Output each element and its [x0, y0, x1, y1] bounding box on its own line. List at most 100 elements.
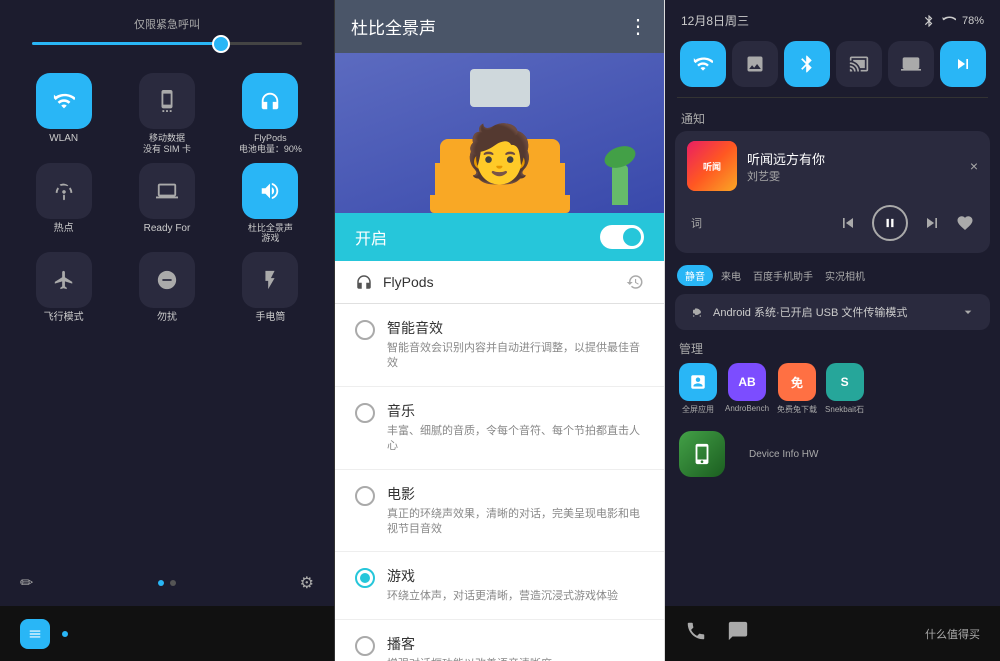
device-info-label: Device Info HW — [735, 449, 832, 460]
right-qs-row — [665, 37, 1000, 95]
readyfor-label: Ready For — [144, 223, 191, 235]
qs-item-flashlight[interactable]: 手电筒 — [223, 252, 318, 324]
dolby-device-left: FlyPods — [355, 273, 434, 291]
toggle-thumb — [623, 228, 641, 246]
right-dock: 什么值得买 — [665, 606, 1000, 661]
heart-button[interactable] — [956, 214, 974, 232]
qs-item-flypods[interactable]: FlyPods 电池电量：90% — [223, 73, 318, 155]
device-info-icon[interactable] — [679, 431, 725, 477]
mode-podcast-title: 播客 — [387, 634, 552, 654]
readyfor-icon[interactable] — [139, 163, 195, 219]
radio-inner-game — [360, 573, 370, 583]
right-qs-media[interactable] — [940, 41, 986, 87]
dolby-modes: 智能音效 智能音效会识别内容并自动进行调整，以提供最佳音效 音乐 丰富、细腻的音… — [335, 304, 664, 661]
radio-game[interactable] — [355, 568, 375, 588]
dock-icon — [20, 619, 50, 649]
brightness-thumb[interactable] — [212, 35, 230, 53]
device-info-row: Device Info HW — [665, 425, 1000, 483]
qs-item-readyfor[interactable]: Ready For — [119, 163, 214, 245]
qs-item-mobile[interactable]: 移动数据 没有 SIM 卡 — [119, 73, 214, 155]
gear-icon[interactable]: ⚙ — [300, 573, 314, 593]
mode-smart-text: 智能音效 智能音效会识别内容并自动进行调整，以提供最佳音效 — [387, 318, 644, 372]
dolby-mode-podcast[interactable]: 播客 增强对话框功能以改善语音清晰度 — [335, 620, 664, 661]
dnd-icon[interactable] — [139, 252, 195, 308]
flypods-label: FlyPods 电池电量：90% — [239, 133, 302, 155]
qs-item-dnd[interactable]: 勿扰 — [119, 252, 214, 324]
mode-game-text: 游戏 环绕立体声，对话更清晰，营造沉浸式游戏体验 — [387, 566, 618, 604]
mode-smart-title: 智能音效 — [387, 318, 644, 338]
android-icon — [689, 304, 705, 320]
dock-phone-icon[interactable] — [685, 620, 707, 648]
radio-movie[interactable] — [355, 486, 375, 506]
right-qs-noimg[interactable] — [732, 41, 778, 87]
manage-section: 管理 全屏应用 AB AndroBench 免 免费兔下载 — [665, 334, 1000, 425]
hotspot-icon[interactable] — [36, 163, 92, 219]
wlan-icon[interactable] — [36, 73, 92, 129]
qs-grid: WLAN 移动数据 没有 SIM 卡 FlyPods 电池电量：90% 热点 — [0, 65, 334, 332]
flashlight-label: 手电筒 — [255, 312, 285, 324]
pause-button[interactable] — [872, 205, 908, 241]
manage-app-icon-4[interactable]: S — [826, 363, 864, 401]
music-card-bottom: 词 — [675, 201, 990, 253]
flypods-icon[interactable] — [242, 73, 298, 129]
music-close-button[interactable]: × — [970, 158, 978, 174]
manage-app-label-1: 全屏应用 — [682, 404, 714, 415]
history-icon[interactable] — [626, 273, 644, 291]
notif-header: 12月8日周三 78% — [665, 0, 1000, 37]
manage-app-icon-3[interactable]: 免 — [778, 363, 816, 401]
expand-icon[interactable] — [960, 304, 976, 320]
dnd-label: 勿扰 — [157, 312, 177, 324]
brightness-slider[interactable] — [16, 42, 318, 45]
right-qs-cast[interactable] — [836, 41, 882, 87]
manage-app-1[interactable]: 全屏应用 — [679, 363, 717, 415]
right-qs-screen[interactable] — [888, 41, 934, 87]
radio-podcast[interactable] — [355, 636, 375, 656]
dolby-enable-row[interactable]: 开启 — [335, 213, 664, 261]
mode-movie-desc: 真正的环绕声效果，清晰的对话，完美呈现电影和电视节目音效 — [387, 507, 644, 538]
mode-game-desc: 环绕立体声，对话更清晰，营造沉浸式游戏体验 — [387, 589, 618, 604]
dolby-panel: 杜比全景声 ⋮ 🧑 开启 FlyPods 智 — [335, 0, 665, 661]
emergency-label: 仅限紧急呼叫 — [16, 16, 318, 32]
radio-smart[interactable] — [355, 320, 375, 340]
prev-button[interactable] — [838, 213, 858, 233]
qs-item-dolby[interactable]: 杜比全景声 游戏 — [223, 163, 318, 245]
right-qs-wifi[interactable] — [680, 41, 726, 87]
radio-music[interactable] — [355, 403, 375, 423]
dolby-mode-game[interactable]: 游戏 环绕立体声，对话更清晰，营造沉浸式游戏体验 — [335, 552, 664, 619]
manage-app-3[interactable]: 免 免费兔下载 — [777, 363, 817, 415]
right-qs-bt[interactable] — [784, 41, 830, 87]
dolby-mode-movie[interactable]: 电影 真正的环绕声效果，清晰的对话，完美呈现电影和电视节目音效 — [335, 470, 664, 553]
dolby-label: 杜比全景声 游戏 — [248, 223, 293, 245]
manage-app-2[interactable]: AB AndroBench — [725, 363, 769, 415]
manage-app-4[interactable]: S Snekbait石 — [825, 363, 864, 415]
brightness-fill — [32, 42, 221, 45]
flashlight-icon[interactable] — [242, 252, 298, 308]
mode-podcast-desc: 增强对话框功能以改善语音清晰度 — [387, 657, 552, 661]
mode-music-text: 音乐 丰富、细腻的音质，令每个音符、每个节拍都直击人心 — [387, 401, 644, 455]
manage-app-icon-1[interactable] — [679, 363, 717, 401]
dock-msg-icon[interactable] — [727, 620, 749, 647]
dolby-toggle[interactable] — [600, 225, 644, 249]
mode-podcast-text: 播客 增强对话框功能以改善语音清晰度 — [387, 634, 552, 661]
notifications-panel: 12月8日周三 78% 通知 听闻 — [665, 0, 1000, 661]
qs-item-airplane[interactable]: 飞行模式 — [16, 252, 111, 324]
qs-item-hotspot[interactable]: 热点 — [16, 163, 111, 245]
music-controls — [838, 205, 974, 241]
page-dots — [158, 580, 176, 586]
mobile-icon[interactable] — [139, 73, 195, 129]
lyrics-tab[interactable]: 词 — [691, 215, 702, 231]
dolby-mode-music[interactable]: 音乐 丰富、细腻的音质，令每个音符、每个节拍都直击人心 — [335, 387, 664, 470]
dolby-icon[interactable] — [242, 163, 298, 219]
qs-item-wlan[interactable]: WLAN — [16, 73, 111, 155]
manage-app-label-2: AndroBench — [725, 404, 769, 413]
edit-icon[interactable]: ✏ — [20, 573, 33, 593]
next-button[interactable] — [922, 213, 942, 233]
airplane-icon[interactable] — [36, 252, 92, 308]
silent-row: 静音 来电 百度手机助手 实况相机 — [665, 261, 1000, 290]
manage-app-icon-2[interactable]: AB — [728, 363, 766, 401]
dolby-menu-icon[interactable]: ⋮ — [628, 14, 648, 39]
dolby-mode-smart[interactable]: 智能音效 智能音效会识别内容并自动进行调整，以提供最佳音效 — [335, 304, 664, 387]
airplane-label: 飞行模式 — [44, 312, 84, 324]
music-card-top: 听闻 听闻远方有你 刘艺雯 × — [675, 131, 990, 201]
music-artist: 刘艺雯 — [747, 168, 960, 184]
